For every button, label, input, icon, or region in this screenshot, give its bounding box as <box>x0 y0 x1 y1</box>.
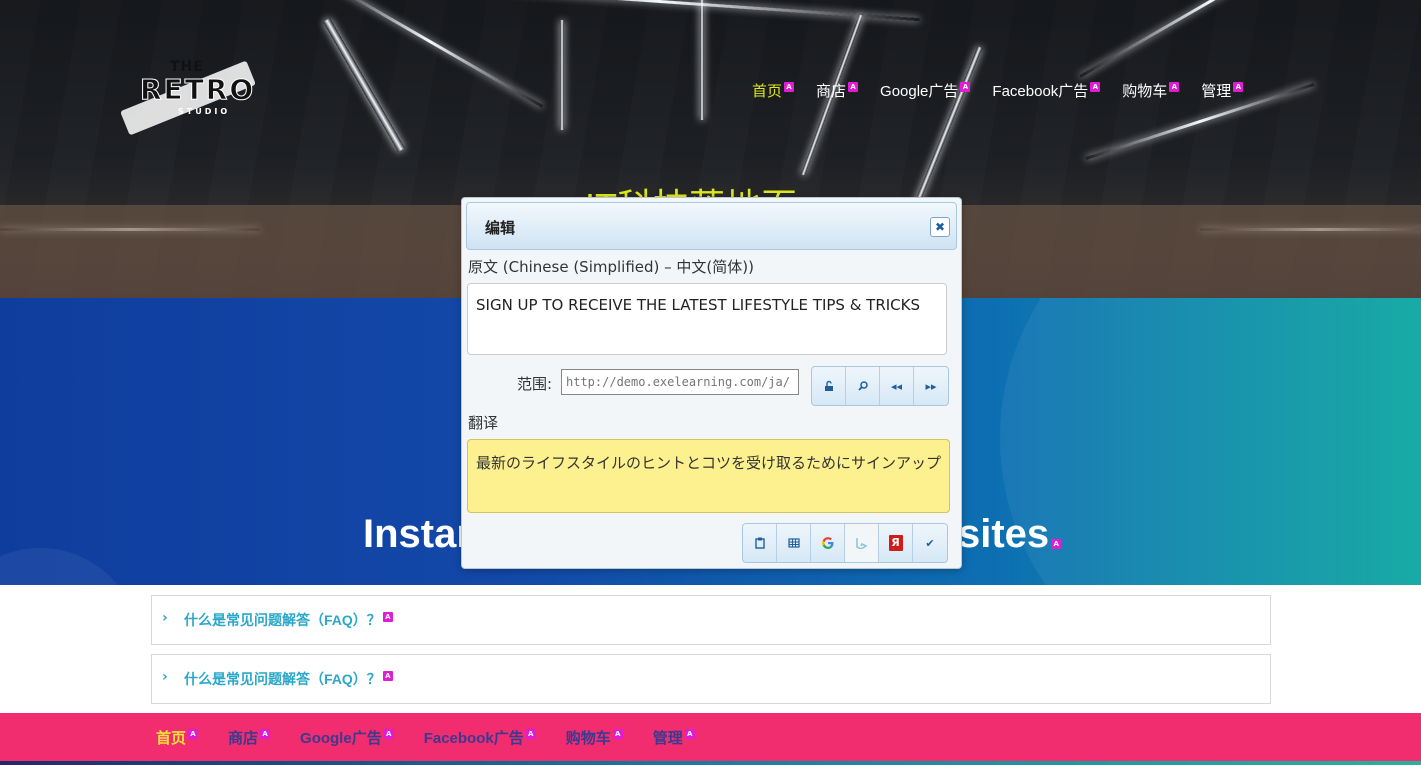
nav-item-google-ads[interactable]: Google广告 A <box>880 80 971 101</box>
dialog-title: 编辑 <box>485 219 516 237</box>
banner-heading-end: sites A <box>958 512 1062 557</box>
unlock-icon[interactable] <box>812 367 846 405</box>
banner-heading-end-text: sites <box>958 512 1050 556</box>
nav-label: 商店 <box>228 730 259 747</box>
source-label: 原文 (Chinese (Simplified) – 中文(简体)) <box>468 258 754 276</box>
nav-label: Google广告 <box>300 730 382 747</box>
faq-question: 什么是常见问题解答（FAQ）？ A <box>184 610 393 630</box>
scope-input[interactable] <box>561 369 799 395</box>
translate-badge-icon[interactable]: A <box>1090 82 1101 92</box>
nav-label: 购物车 <box>565 730 611 747</box>
footer-nav-admin[interactable]: 管理 A <box>653 727 695 748</box>
translate-badge-icon[interactable]: A <box>784 82 795 92</box>
check-icon[interactable]: ✔ <box>913 524 947 562</box>
scope-button-group: ◂◂ ▸▸ <box>811 366 949 406</box>
faq-question: 什么是常见问题解答（FAQ）？ A <box>184 669 393 689</box>
translate-badge-icon[interactable]: A <box>960 82 971 92</box>
translation-action-group: Я ✔ <box>742 523 948 563</box>
translate-badge-icon[interactable]: A <box>525 729 536 739</box>
translate-badge-icon[interactable]: A <box>612 729 623 739</box>
site-logo[interactable]: THE RETRO STUDIO <box>118 55 258 136</box>
translate-badge-icon[interactable]: A <box>383 729 394 739</box>
top-navigation: 首页 A 商店 A Google广告 A Facebook广告 A 购物车 A 管理 A <box>752 80 1265 101</box>
bing-icon[interactable] <box>845 524 879 562</box>
footer-nav-cart[interactable]: 购物车 A <box>566 727 623 748</box>
translation-label: 翻译 <box>468 414 499 432</box>
google-icon[interactable] <box>811 524 845 562</box>
translate-badge-icon[interactable]: A <box>1233 82 1244 92</box>
nav-label: 管理 <box>652 730 683 747</box>
table-icon[interactable] <box>777 524 811 562</box>
translate-badge-icon[interactable]: A <box>848 82 859 92</box>
clipboard-icon[interactable] <box>743 524 777 562</box>
yandex-icon[interactable]: Я <box>879 524 913 562</box>
prev-icon[interactable]: ◂◂ <box>880 367 914 405</box>
translate-badge-icon[interactable]: A <box>382 612 393 622</box>
translate-badge-icon[interactable]: A <box>260 729 271 739</box>
next-icon[interactable]: ▸▸ <box>914 367 948 405</box>
nav-item-shop[interactable]: 商店 A <box>816 80 859 101</box>
nav-label: 商店 <box>816 83 847 100</box>
nav-label: Facebook广告 <box>423 730 524 747</box>
scope-label: 范围: <box>517 375 553 393</box>
faq-item[interactable]: › 什么是常见问题解答（FAQ）？ A <box>151 595 1271 645</box>
footer-nav-facebook-ads[interactable]: Facebook广告 A <box>424 727 536 748</box>
source-text-field[interactable]: SIGN UP TO RECEIVE THE LATEST LIFESTYLE … <box>467 283 947 355</box>
edit-translation-dialog: 编辑 ✖ 原文 (Chinese (Simplified) – 中文(简体)) … <box>461 197 962 569</box>
logo-line-3: STUDIO <box>178 107 231 116</box>
nav-label: 管理 <box>1201 83 1232 100</box>
nav-label: 购物车 <box>1122 83 1168 100</box>
faq-question-text: 什么是常见问题解答（FAQ）？ <box>184 612 381 628</box>
nav-label: 首页 <box>156 730 187 747</box>
translate-badge-icon[interactable]: A <box>684 729 695 739</box>
translate-badge-icon[interactable]: A <box>1051 539 1062 549</box>
nav-label: Google广告 <box>880 83 959 100</box>
nav-label: Facebook广告 <box>992 83 1089 100</box>
footer-navigation: 首页 A 商店 A Google广告 A Facebook广告 A 购物车 A 管理 A <box>0 713 1421 761</box>
dialog-titlebar[interactable]: 编辑 ✖ <box>466 202 957 250</box>
nav-item-facebook-ads[interactable]: Facebook广告 A <box>992 80 1101 101</box>
translate-badge-icon[interactable]: A <box>1169 82 1180 92</box>
translation-text-field[interactable]: 最新のライフスタイルのヒントとコツを受け取るためにサインアップ <box>467 439 950 513</box>
close-icon[interactable]: ✖ <box>930 217 950 237</box>
chevron-right-icon: › <box>162 610 168 626</box>
footer-nav-google-ads[interactable]: Google广告 A <box>300 727 394 748</box>
nav-item-admin[interactable]: 管理 A <box>1201 80 1244 101</box>
faq-question-text: 什么是常见问题解答（FAQ）？ <box>184 671 381 687</box>
nav-item-home[interactable]: 首页 A <box>752 80 795 101</box>
logo-line-2: RETRO <box>139 73 256 107</box>
translate-badge-icon[interactable]: A <box>188 729 199 739</box>
translate-badge-icon[interactable]: A <box>382 671 393 681</box>
chevron-right-icon: › <box>162 669 168 685</box>
faq-item[interactable]: › 什么是常见问题解答（FAQ）？ A <box>151 654 1271 704</box>
footer-nav-home[interactable]: 首页 A <box>156 727 199 748</box>
banner-heading-start: Instar <box>363 512 472 556</box>
footer-nav-shop[interactable]: 商店 A <box>228 727 271 748</box>
footer-divider <box>0 761 1421 765</box>
search-icon[interactable] <box>846 367 880 405</box>
nav-label: 首页 <box>752 83 783 100</box>
nav-item-cart[interactable]: 购物车 A <box>1122 80 1180 101</box>
